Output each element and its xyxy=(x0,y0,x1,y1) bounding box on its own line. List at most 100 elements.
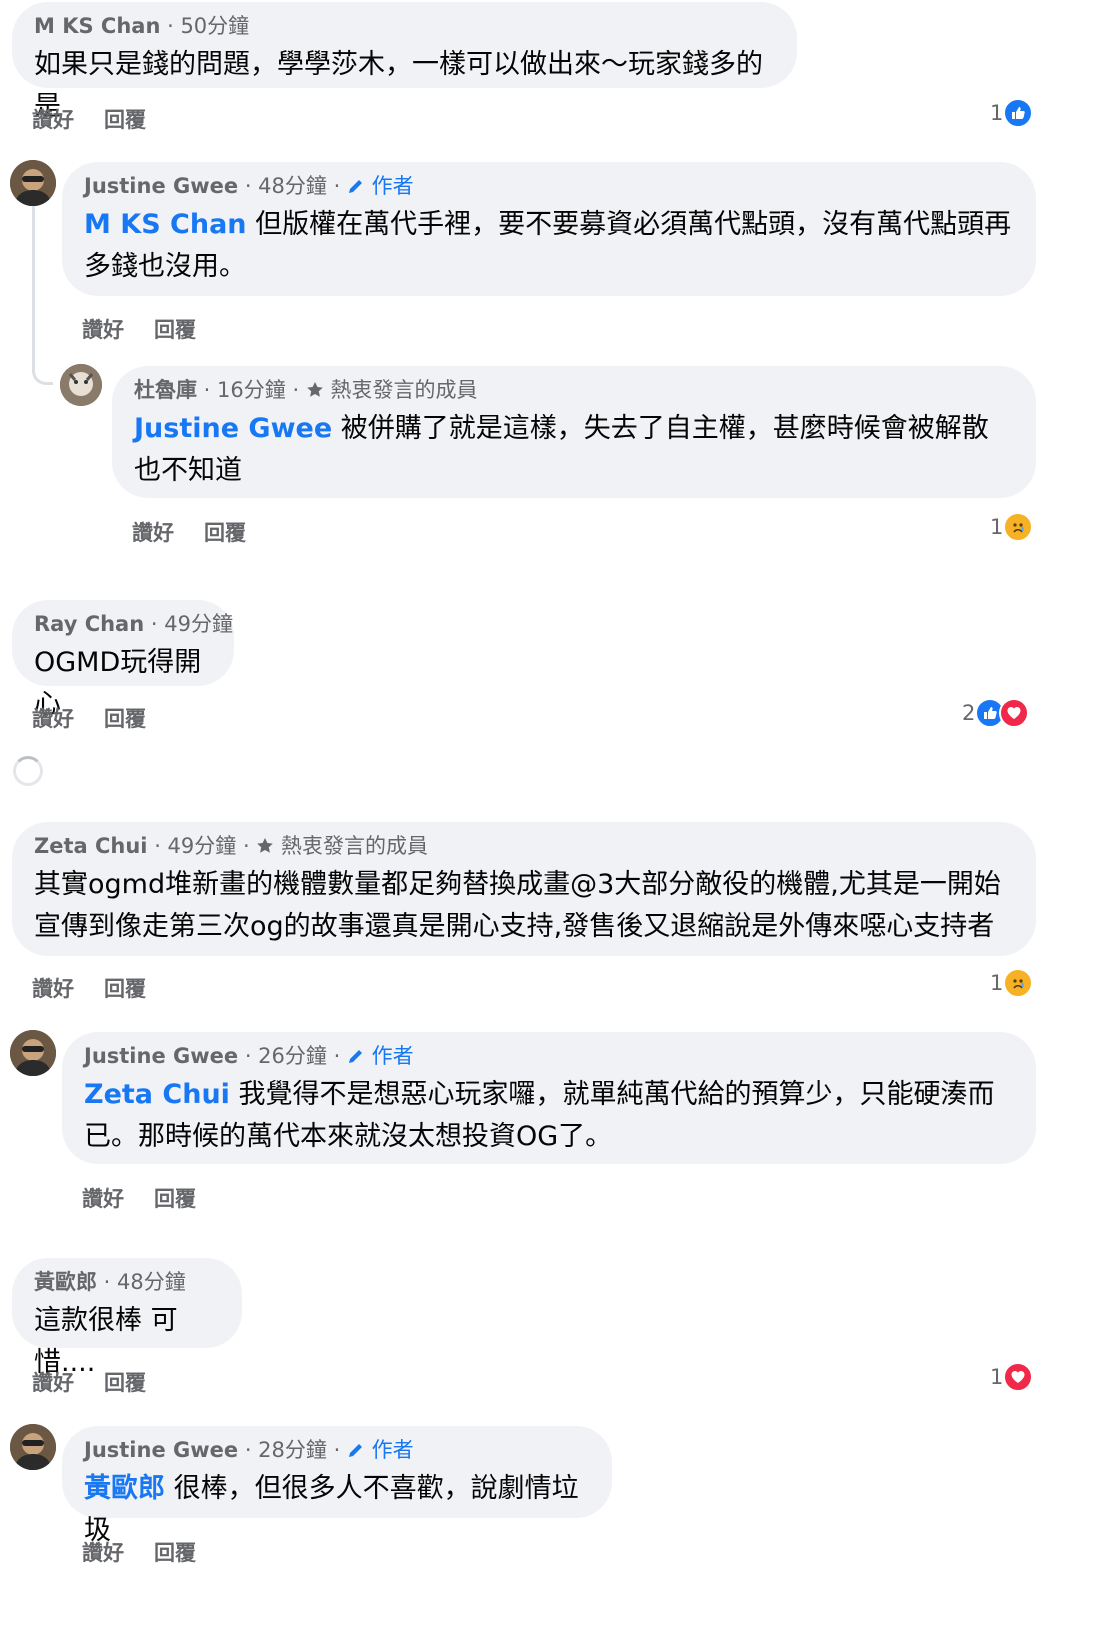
reaction-summary[interactable]: 1 xyxy=(990,1362,1034,1392)
mention-link[interactable]: M KS Chan xyxy=(84,209,247,240)
thumbs-up-icon xyxy=(1003,98,1034,128)
badge-label: 熱衷發言的成員 xyxy=(281,834,428,858)
comment-actions: 讚好 回覆 xyxy=(32,1367,176,1397)
reaction-count: 1 xyxy=(990,101,1004,125)
heart-icon xyxy=(999,698,1030,728)
like-button[interactable]: 讚好 xyxy=(32,1371,74,1395)
reaction-summary[interactable]: 2 xyxy=(962,698,1030,728)
comment-text: Zeta Chui 我覺得不是想惡心玩家囉，就單純萬代給的預算少，只能硬湊而已。… xyxy=(84,1074,1014,1158)
comment-meta: M KS Chan · 50分鐘 xyxy=(34,14,250,38)
comment-time[interactable]: 26分鐘 xyxy=(258,1044,327,1068)
like-button[interactable]: 讚好 xyxy=(32,977,74,1001)
comment-bubble: Justine Gwee · 28分鐘 · 作者 黃歐郎 很棒，但很多人不喜歡，… xyxy=(62,1426,612,1546)
star-icon xyxy=(257,838,274,853)
reply-button[interactable]: 回覆 xyxy=(104,977,146,1001)
comment-author[interactable]: 黃歐郎 xyxy=(34,1270,97,1294)
comment-actions: 讚好 回覆 xyxy=(32,973,176,1003)
mention-link[interactable]: 黃歐郎 xyxy=(84,1473,165,1504)
mention-link[interactable]: Justine Gwee xyxy=(134,413,332,444)
comment-bubble: Justine Gwee · 26分鐘 · 作者 Zeta Chui 我覺得不是… xyxy=(62,1032,1036,1164)
comment-text: 其實ogmd堆新畫的機體數量都足夠替換成畫@3大部分敵役的機體,尤其是一開始宣傳… xyxy=(34,864,1014,948)
comment-body: 其實ogmd堆新畫的機體數量都足夠替換成畫@3大部分敵役的機體,尤其是一開始宣傳… xyxy=(34,869,1001,942)
comment-text: M KS Chan 但版權在萬代手裡，要不要募資必須萬代點頭，沒有萬代點頭再多錢… xyxy=(84,204,1014,288)
reaction-count: 1 xyxy=(990,971,1004,995)
comment-meta: Justine Gwee · 48分鐘 · 作者 xyxy=(84,174,414,198)
comment-time[interactable]: 48分鐘 xyxy=(258,174,327,198)
comment-author[interactable]: Ray Chan xyxy=(34,612,144,636)
comment-meta: Ray Chan · 49分鐘 xyxy=(34,612,233,636)
comment-time[interactable]: 50分鐘 xyxy=(180,14,249,38)
comment-bubble: M KS Chan · 50分鐘 如果只是錢的問題，學學莎木，一樣可以做出來～玩… xyxy=(12,2,797,122)
like-button[interactable]: 讚好 xyxy=(82,318,124,342)
reply-button[interactable]: 回覆 xyxy=(154,1541,196,1565)
comment-bubble: Justine Gwee · 48分鐘 · 作者 M KS Chan 但版權在萬… xyxy=(62,162,1036,296)
reply-button[interactable]: 回覆 xyxy=(154,1187,196,1211)
reaction-summary[interactable]: 1 xyxy=(990,98,1034,128)
comment-author[interactable]: Justine Gwee xyxy=(84,1438,238,1462)
avatar[interactable] xyxy=(10,160,56,206)
comment-bubble: 黃歐郎 · 48分鐘 這款很棒 可惜.... xyxy=(12,1258,242,1378)
comment-actions: 讚好 回覆 xyxy=(82,1183,226,1213)
reply-button[interactable]: 回覆 xyxy=(104,707,146,731)
sad-face-icon xyxy=(1003,512,1034,542)
like-button[interactable]: 讚好 xyxy=(132,521,174,545)
thread-line xyxy=(32,206,53,385)
comment-text: Justine Gwee 被併購了就是這樣，失去了自主權，甚麼時候會被解散也不知… xyxy=(134,408,1014,492)
comment-author[interactable]: Justine Gwee xyxy=(84,174,238,198)
comment-meta: Justine Gwee · 28分鐘 · 作者 xyxy=(84,1438,414,1462)
comment-author[interactable]: Zeta Chui xyxy=(34,834,148,858)
reaction-count: 2 xyxy=(962,701,976,725)
badge-label: 熱衷發言的成員 xyxy=(330,378,478,402)
like-button[interactable]: 讚好 xyxy=(32,108,74,132)
pencil-icon xyxy=(348,180,362,193)
author-badge: 作者 xyxy=(347,1438,414,1462)
comment-meta: Justine Gwee · 26分鐘 · 作者 xyxy=(84,1044,414,1068)
mention-link[interactable]: Zeta Chui xyxy=(84,1079,230,1110)
pencil-icon xyxy=(348,1444,362,1457)
comment-time[interactable]: 16分鐘 xyxy=(217,378,286,402)
reply-button[interactable]: 回覆 xyxy=(154,318,196,342)
reply-button[interactable]: 回覆 xyxy=(104,1371,146,1395)
reaction-summary[interactable]: 1 xyxy=(990,512,1034,542)
comment-author[interactable]: M KS Chan xyxy=(34,14,160,38)
comment-time[interactable]: 48分鐘 xyxy=(117,1270,186,1294)
like-button[interactable]: 讚好 xyxy=(32,707,74,731)
comment-time[interactable]: 28分鐘 xyxy=(258,1438,327,1462)
member-badge: 熱衷發言的成員 xyxy=(306,378,478,402)
avatar[interactable] xyxy=(10,1030,56,1076)
reaction-count: 1 xyxy=(990,1365,1004,1389)
comment-actions: 讚好 回覆 xyxy=(82,314,226,344)
avatar[interactable] xyxy=(10,1424,56,1470)
comment-time[interactable]: 49分鐘 xyxy=(168,834,237,858)
like-button[interactable]: 讚好 xyxy=(82,1541,124,1565)
member-badge: 熱衷發言的成員 xyxy=(256,834,428,858)
comment-meta: Zeta Chui · 49分鐘 · 熱衷發言的成員 xyxy=(34,834,428,858)
sad-face-icon xyxy=(1003,968,1034,998)
comment-actions: 讚好 回覆 xyxy=(82,1537,226,1567)
comment-meta: 杜魯庫 · 16分鐘 · 熱衷發言的成員 xyxy=(134,378,478,402)
badge-label: 作者 xyxy=(371,1044,414,1068)
reply-button[interactable]: 回覆 xyxy=(104,108,146,132)
comment-actions: 讚好 回覆 xyxy=(32,104,176,134)
reply-button[interactable]: 回覆 xyxy=(204,521,246,545)
avatar[interactable] xyxy=(60,364,102,406)
badge-label: 作者 xyxy=(371,174,414,198)
author-badge: 作者 xyxy=(347,1044,414,1068)
comment-bubble: 杜魯庫 · 16分鐘 · 熱衷發言的成員 Justine Gwee 被併購了就是… xyxy=(112,366,1036,498)
star-icon xyxy=(306,382,323,397)
spinner-icon xyxy=(13,756,43,786)
author-badge: 作者 xyxy=(347,174,414,198)
comment-author[interactable]: 杜魯庫 xyxy=(134,378,197,402)
heart-icon xyxy=(1003,1362,1034,1392)
comment-meta: 黃歐郎 · 48分鐘 xyxy=(34,1270,186,1294)
pencil-icon xyxy=(348,1050,362,1063)
reaction-summary[interactable]: 1 xyxy=(990,968,1034,998)
comment-actions: 讚好 回覆 xyxy=(132,517,276,547)
reaction-count: 1 xyxy=(990,515,1004,539)
comment-actions: 讚好 回覆 xyxy=(32,703,176,733)
like-button[interactable]: 讚好 xyxy=(82,1187,124,1211)
comment-time[interactable]: 49分鐘 xyxy=(164,612,233,636)
comment-bubble: Zeta Chui · 49分鐘 · 熱衷發言的成員 其實ogmd堆新畫的機體數… xyxy=(12,822,1036,956)
comment-author[interactable]: Justine Gwee xyxy=(84,1044,238,1068)
comment-bubble: Ray Chan · 49分鐘 OGMD玩得開心 xyxy=(12,600,234,720)
